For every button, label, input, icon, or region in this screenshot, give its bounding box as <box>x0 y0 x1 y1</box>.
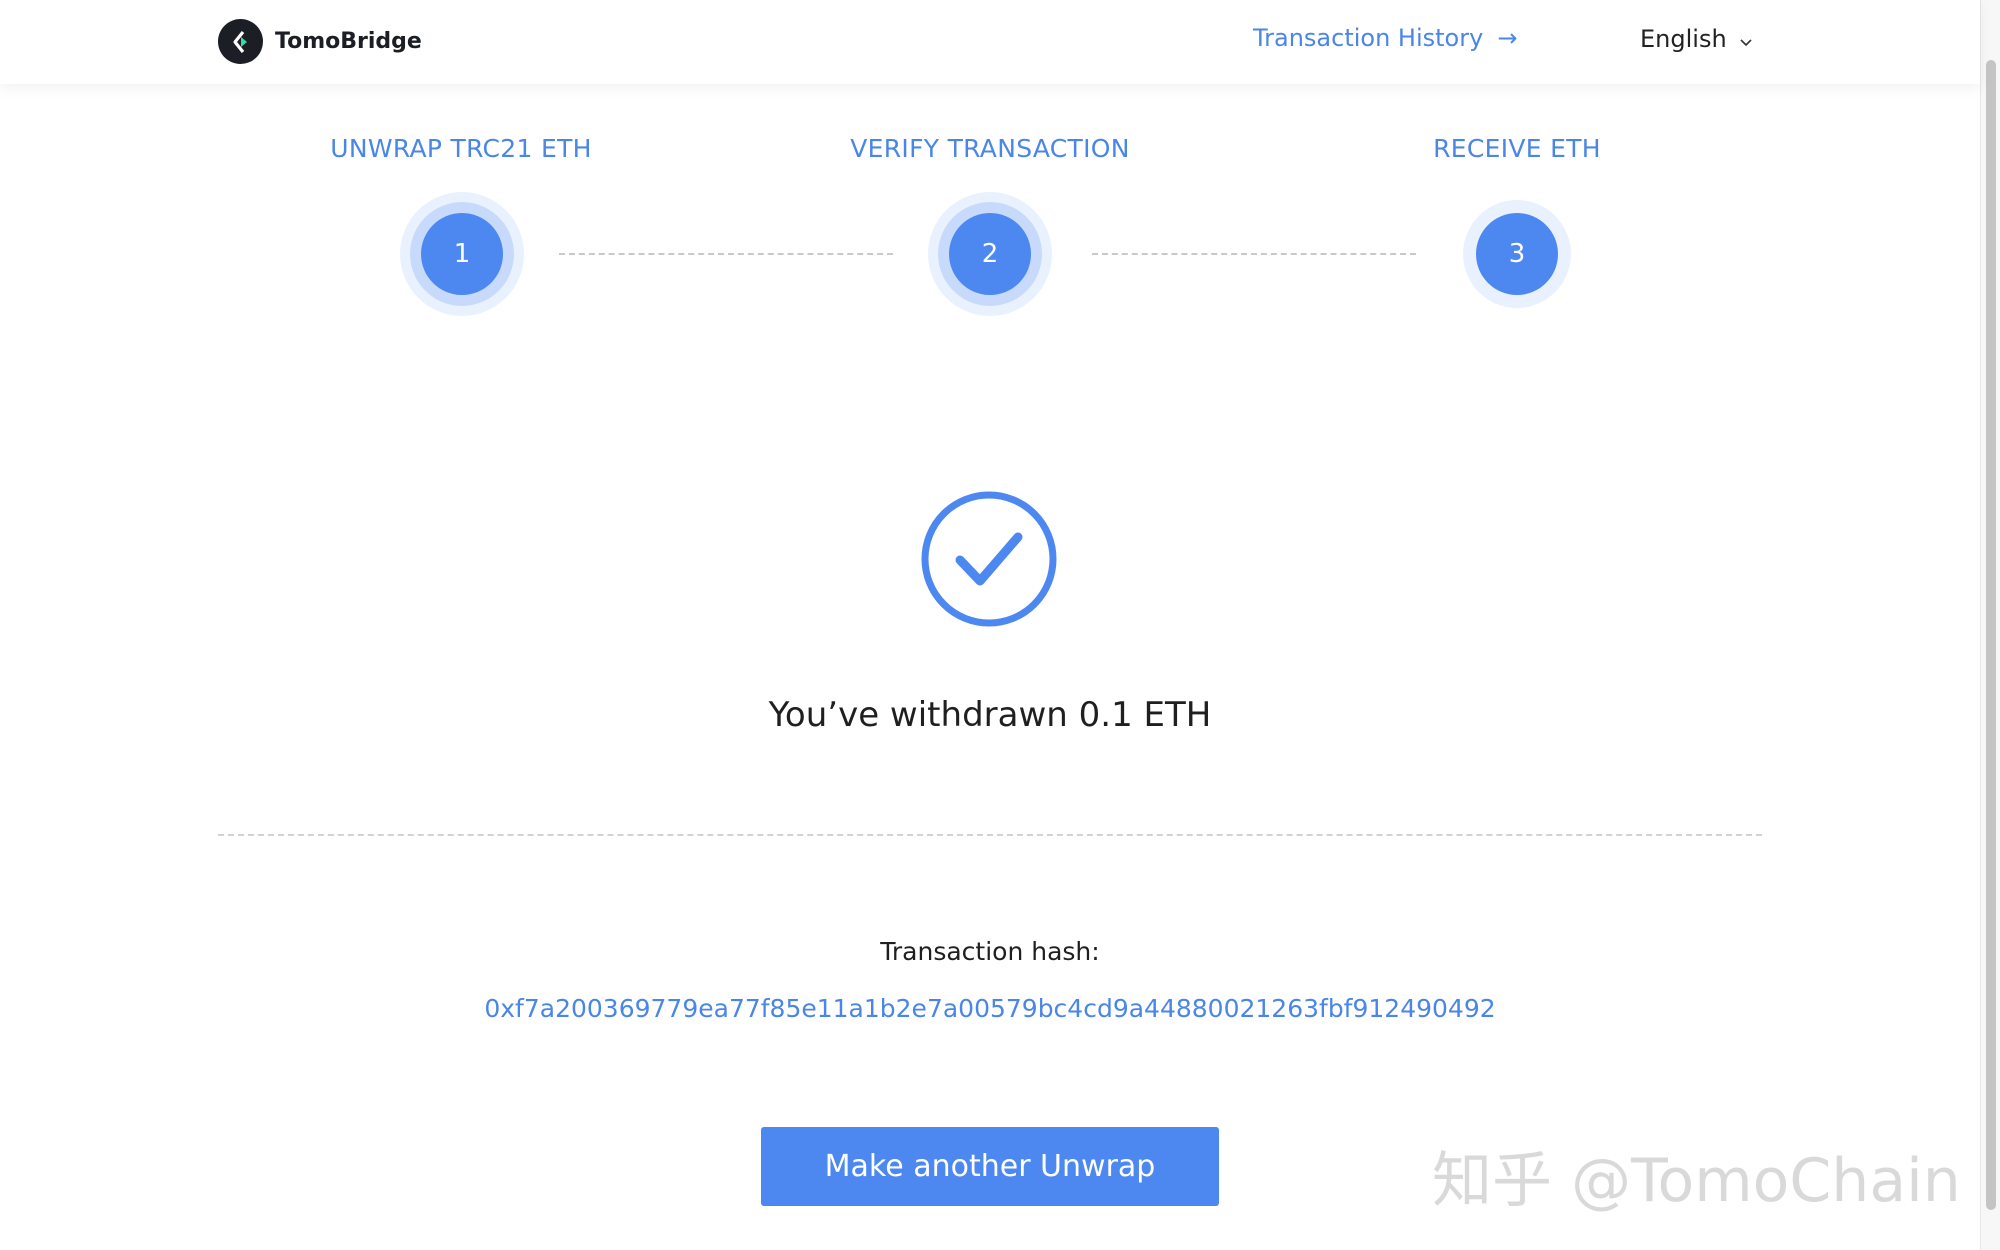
step-connector-2 <box>1092 253 1416 255</box>
chevron-down-icon <box>1739 26 1753 54</box>
make-another-unwrap-button[interactable]: Make another Unwrap <box>761 1127 1219 1206</box>
scrollbar-thumb[interactable] <box>1986 60 1996 1210</box>
page-scrollbar[interactable] <box>1980 0 2000 1250</box>
brand-name: TomoBridge <box>275 29 422 54</box>
arrow-right-icon: → <box>1497 24 1518 52</box>
step-2-number: 2 <box>949 213 1031 295</box>
step-1-indicator: 1 <box>400 192 524 316</box>
transaction-hash-label: Transaction hash: <box>880 937 1100 966</box>
brand-logo[interactable]: TomoBridge <box>218 19 422 64</box>
transaction-hash-link[interactable]: 0xf7a200369779ea77f85e11a1b2e7a00579bc4c… <box>0 994 1980 1023</box>
section-divider <box>218 834 1762 836</box>
step-3-label: RECEIVE ETH <box>1433 134 1601 163</box>
transaction-history-link[interactable]: Transaction History → <box>1253 24 1517 52</box>
tomobridge-logo-icon <box>218 19 263 64</box>
step-3-indicator: 3 <box>1463 200 1571 308</box>
step-2-indicator: 2 <box>928 192 1052 316</box>
withdraw-success-message: You’ve withdrawn 0.1 ETH <box>768 695 1212 735</box>
watermark-text: 知乎 @TomoChain <box>1432 1146 1961 1216</box>
step-1-number: 1 <box>421 213 503 295</box>
step-3-number: 3 <box>1476 213 1558 295</box>
checkmark-circle-icon <box>920 490 1058 628</box>
language-selector[interactable]: English <box>1640 24 1753 54</box>
top-navbar: TomoBridge Transaction History → English <box>0 0 1980 84</box>
step-1-label: UNWRAP TRC21 ETH <box>330 134 592 163</box>
step-connector-1 <box>559 253 893 255</box>
language-label: English <box>1640 25 1727 53</box>
step-2-label: VERIFY TRANSACTION <box>850 134 1130 163</box>
transaction-history-label: Transaction History <box>1253 24 1484 52</box>
